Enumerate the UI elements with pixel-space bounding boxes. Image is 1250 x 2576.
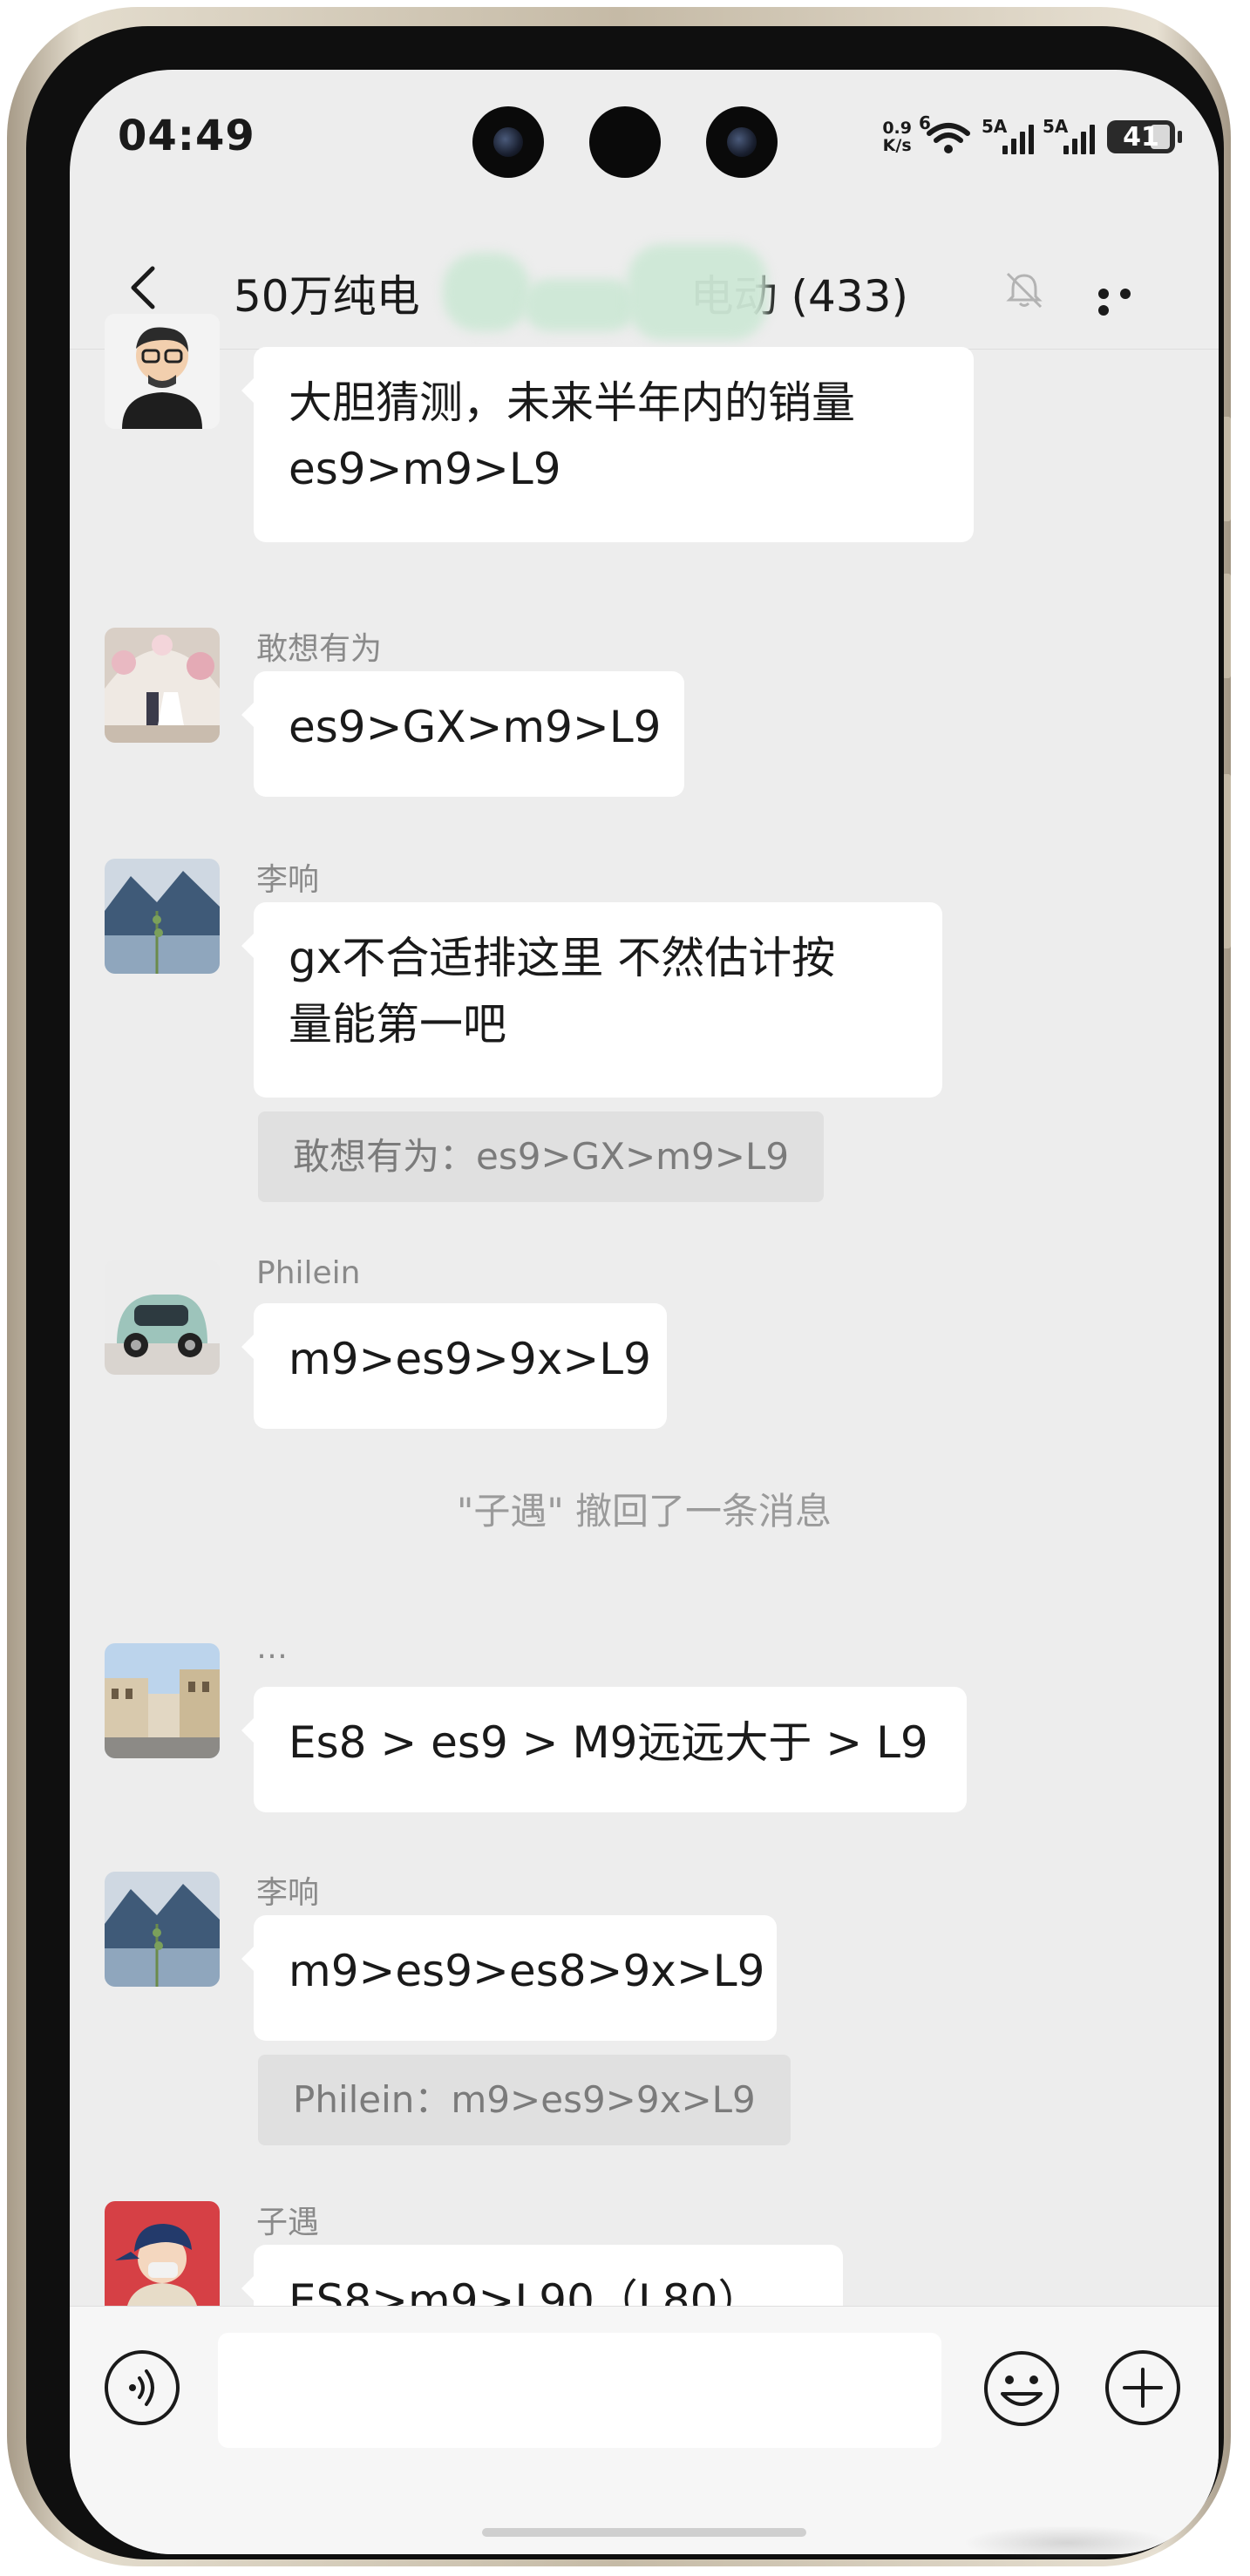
- cap-boy-avatar[interactable]: [105, 2201, 220, 2316]
- input-bar: [70, 2306, 1219, 2554]
- mint-car-avatar[interactable]: [105, 1260, 220, 1375]
- status-time: 04:49: [118, 112, 255, 160]
- mute-bell-icon: [1006, 272, 1043, 309]
- message-bubble[interactable]: Es8 > es9 > M9远远大于 > L9: [241, 1687, 967, 1812]
- wedding-photo-avatar[interactable]: [105, 628, 220, 743]
- message-input[interactable]: [218, 2333, 941, 2448]
- redaction-blur: [628, 244, 767, 340]
- quoted-message[interactable]: 敢想有为：es9>GX>m9>L9: [258, 1111, 825, 1202]
- network-speed: 0.9 K/s: [882, 119, 912, 155]
- camera-cutout: [706, 106, 778, 178]
- emoji-icon[interactable]: [982, 2348, 1062, 2429]
- wifi-icon: 6: [919, 112, 973, 156]
- message-bubble[interactable]: m9>es9>9x>L9: [241, 1303, 667, 1429]
- home-indicator[interactable]: [482, 2528, 806, 2537]
- redaction-blur: [443, 253, 530, 331]
- message-bubble[interactable]: m9>es9>es8>9x>L9: [241, 1915, 777, 2041]
- back-icon[interactable]: [118, 262, 170, 314]
- status-bar: 04:49 0.9 K/s 6 5A 5A 41: [70, 70, 1219, 209]
- cellular-signal-icon: 5A: [982, 116, 1034, 154]
- message-bubble[interactable]: gx不合适排这里 不然估计按 量能第一吧: [241, 902, 942, 1098]
- sender-name: 敢想有为: [256, 631, 383, 667]
- quoted-message[interactable]: Philein：m9>es9>9x>L9: [258, 2055, 791, 2145]
- sender-name: 李响: [256, 862, 320, 898]
- message-bubble[interactable]: es9>GX>m9>L9: [241, 671, 684, 797]
- sender-name: Philein: [256, 1255, 361, 1291]
- phone-frame: 04:49 0.9 K/s 6 5A 5A 41 50万纯电 (433) 大胆猜…: [7, 7, 1231, 2566]
- message-bubble[interactable]: 大胆猜测，未来半年内的销量 es9>m9>L9: [241, 347, 974, 542]
- mountain-lake-avatar[interactable]: [105, 1872, 220, 1987]
- more-options-icon[interactable]: [1098, 286, 1159, 316]
- mountain-lake-avatar[interactable]: [105, 859, 220, 974]
- sender-name: 李响: [256, 1875, 320, 1911]
- chat-header: 50万纯电电动 (433): [70, 235, 1219, 350]
- city-street-avatar[interactable]: [105, 1643, 220, 1758]
- cellular-signal-icon: 5A: [1043, 116, 1095, 154]
- voice-icon[interactable]: [105, 2350, 180, 2425]
- battery-icon: 41: [1107, 120, 1182, 153]
- watermark: [962, 2525, 1172, 2560]
- chat-screen: 04:49 0.9 K/s 6 5A 5A 41 50万纯电 (433) 大胆猜…: [70, 70, 1219, 2554]
- sender-name: …: [256, 1630, 288, 1666]
- camera-cutout: [472, 106, 544, 178]
- redaction-blur: [523, 279, 636, 331]
- plus-icon[interactable]: [1105, 2350, 1180, 2425]
- recall-notice: "子遇" 撤回了一条消息: [457, 1490, 832, 1533]
- sender-name: 子遇: [256, 2205, 320, 2240]
- phone-bezel: 04:49 0.9 K/s 6 5A 5A 41 50万纯电 (433) 大胆猜…: [26, 26, 1224, 2559]
- status-icons: 0.9 K/s 6 5A 5A 41: [882, 112, 1182, 159]
- cartoon-man-avatar[interactable]: [105, 314, 220, 429]
- sensor-cutout: [589, 106, 661, 178]
